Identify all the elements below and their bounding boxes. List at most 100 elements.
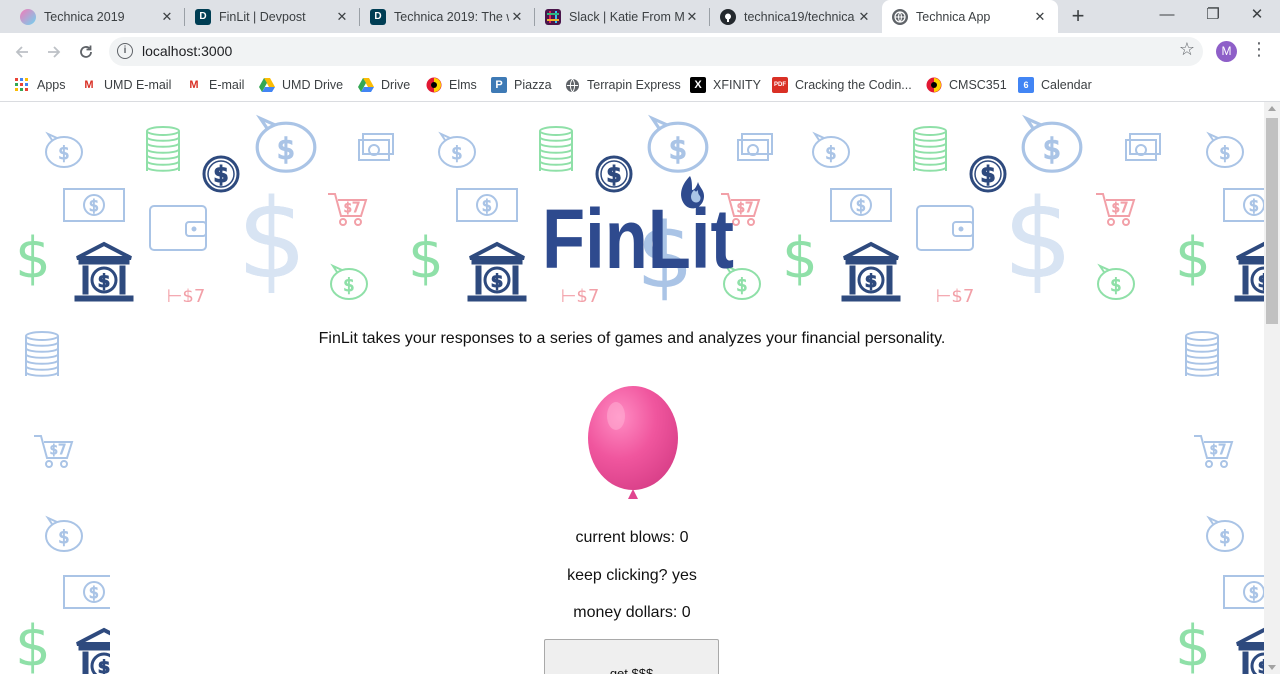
bookmark-elms[interactable]: Elms <box>426 76 477 94</box>
svg-text:$: $ <box>408 226 444 291</box>
bookmark-label: Piazza <box>514 78 552 92</box>
drive-icon <box>358 77 374 93</box>
bookmark-label: CMSC351 <box>949 78 1007 92</box>
tab-slack[interactable]: Slack | Katie From M ✕ <box>535 0 710 33</box>
tab-strip: Technica 2019 ✕ D FinLit | Devpost ✕ D T… <box>0 0 1280 33</box>
svg-text:$: $ <box>782 226 818 291</box>
bookmark-star-icon[interactable]: ☆ <box>1179 39 1195 60</box>
bookmark-umd-drive[interactable]: UMD Drive <box>259 76 343 94</box>
tab-technica-2019[interactable]: Technica 2019 ✕ <box>10 0 185 33</box>
tab-title: Technica 2019 <box>44 9 125 24</box>
new-tab-button[interactable]: + <box>1066 4 1090 28</box>
piazza-icon: P <box>491 77 507 93</box>
umd-icon <box>426 77 442 93</box>
scroll-up-arrow-icon[interactable] <box>1268 106 1276 111</box>
bookmark-calendar[interactable]: 6 Calendar <box>1018 76 1092 94</box>
svg-text:$: $ <box>1175 226 1211 291</box>
devpost-favicon-icon: D <box>195 8 211 25</box>
browser-menu-icon[interactable]: ⋮ <box>1250 39 1268 60</box>
money-dollars-text: money dollars: 0 <box>573 604 691 621</box>
balloon-icon[interactable] <box>586 386 680 508</box>
bookmark-cracking-coding[interactable]: PDF Cracking the Codin... <box>772 76 912 94</box>
restore-button[interactable]: ❐ <box>1190 0 1236 33</box>
forward-button[interactable] <box>40 38 68 66</box>
umd-icon <box>926 77 942 93</box>
scroll-thumb[interactable] <box>1266 118 1278 324</box>
tab-close-icon[interactable]: ✕ <box>159 9 175 25</box>
bookmark-cmsc351[interactable]: CMSC351 <box>926 76 1007 94</box>
svg-text:$: $ <box>1175 614 1211 674</box>
tab-title: technica19/technica <box>744 9 855 24</box>
bookmark-umd-email[interactable]: M UMD E-mail <box>81 76 171 94</box>
devpost-favicon-icon: D <box>370 8 386 25</box>
back-button[interactable] <box>8 38 36 66</box>
bookmark-apps[interactable]: Apps <box>14 76 66 94</box>
bookmark-label: Elms <box>449 78 477 92</box>
get-money-button[interactable]: get $$$ <box>544 639 719 674</box>
bookmark-piazza[interactable]: P Piazza <box>491 76 552 94</box>
gmail-icon: M <box>84 79 94 91</box>
app-tagline: FinLit takes your responses to a series … <box>318 330 946 347</box>
tab-close-icon[interactable]: ✕ <box>509 9 525 25</box>
logo-text: FinLit <box>542 192 734 275</box>
globe-favicon-icon <box>892 8 908 25</box>
drive-icon <box>259 77 275 93</box>
address-bar[interactable]: i localhost:3000 ☆ <box>109 37 1203 66</box>
bookmark-terrapin-express[interactable]: Terrapin Express <box>564 76 681 94</box>
bookmark-email[interactable]: M E-mail <box>186 76 244 94</box>
github-favicon-icon <box>720 8 736 25</box>
bookmark-label: UMD Drive <box>282 78 344 92</box>
tab-title: Technica 2019: The w <box>394 9 509 24</box>
tab-close-icon[interactable]: ✕ <box>1032 9 1048 25</box>
page-content: $ $ $7 $ $ $ $ $ $ $ $ $ $ $ $ $ ⊢$7 ⊢$7… <box>0 102 1264 674</box>
reload-icon <box>80 45 92 58</box>
bookmark-label: Cracking the Codin... <box>795 78 912 92</box>
tab-close-icon[interactable]: ✕ <box>684 9 700 25</box>
tab-close-icon[interactable]: ✕ <box>334 9 350 25</box>
close-window-button[interactable]: ✕ <box>1234 0 1280 33</box>
bookmark-xfinity[interactable]: X XFINITY <box>690 76 761 94</box>
bookmark-drive[interactable]: Drive <box>358 76 410 94</box>
keep-clicking-text: keep clicking? yes <box>567 567 697 584</box>
bookmark-label: UMD E-mail <box>104 78 172 92</box>
svg-text:$: $ <box>1003 175 1073 303</box>
calendar-icon: 6 <box>1018 77 1034 93</box>
svg-text:$: $ <box>15 614 51 674</box>
site-info-icon[interactable]: i <box>117 43 133 59</box>
bookmarks-bar: Apps M UMD E-mail M E-mail UMD Drive Dri… <box>0 70 1280 102</box>
globe-icon <box>564 77 580 93</box>
minimize-button[interactable]: — <box>1144 0 1190 33</box>
xfinity-icon: X <box>690 77 706 93</box>
url-text[interactable]: localhost:3000 <box>142 43 232 59</box>
apps-grid-icon <box>14 77 30 93</box>
svg-text:$: $ <box>15 226 51 291</box>
tab-technica-app[interactable]: Technica App ✕ <box>882 0 1058 33</box>
profile-avatar[interactable]: M <box>1216 41 1237 62</box>
tab-technica-2019-devpost[interactable]: D Technica 2019: The w ✕ <box>360 0 535 33</box>
bookmark-label: Drive <box>381 78 411 92</box>
arrow-right-icon <box>48 46 61 58</box>
scroll-down-arrow-icon[interactable] <box>1268 665 1276 670</box>
bookmark-label: Calendar <box>1041 78 1092 92</box>
tab-title: Technica App <box>916 9 991 24</box>
tab-close-icon[interactable]: ✕ <box>856 9 872 25</box>
svg-text:$: $ <box>237 175 307 303</box>
tab-github[interactable]: technica19/technica ✕ <box>710 0 882 33</box>
page-scrollbar[interactable] <box>1264 102 1280 674</box>
technica-favicon-icon <box>20 8 36 25</box>
tab-finlit-devpost[interactable]: D FinLit | Devpost ✕ <box>185 0 360 33</box>
bookmark-label: XFINITY <box>713 78 761 92</box>
arrow-left-icon <box>15 46 28 58</box>
pdf-icon: PDF <box>772 77 788 93</box>
bookmark-label: Apps <box>37 78 66 92</box>
browser-toolbar: i localhost:3000 ☆ M ⋮ <box>0 33 1280 70</box>
bookmark-label: Terrapin Express <box>587 78 681 92</box>
reload-button[interactable] <box>72 38 100 66</box>
tab-title: FinLit | Devpost <box>219 9 306 24</box>
gmail-icon: M <box>189 79 199 91</box>
tab-title: Slack | Katie From M <box>569 9 684 24</box>
current-blows-text: current blows: 0 <box>575 529 689 546</box>
flame-icon <box>681 176 704 209</box>
slack-favicon-icon <box>545 8 561 25</box>
bookmark-label: E-mail <box>209 78 245 92</box>
